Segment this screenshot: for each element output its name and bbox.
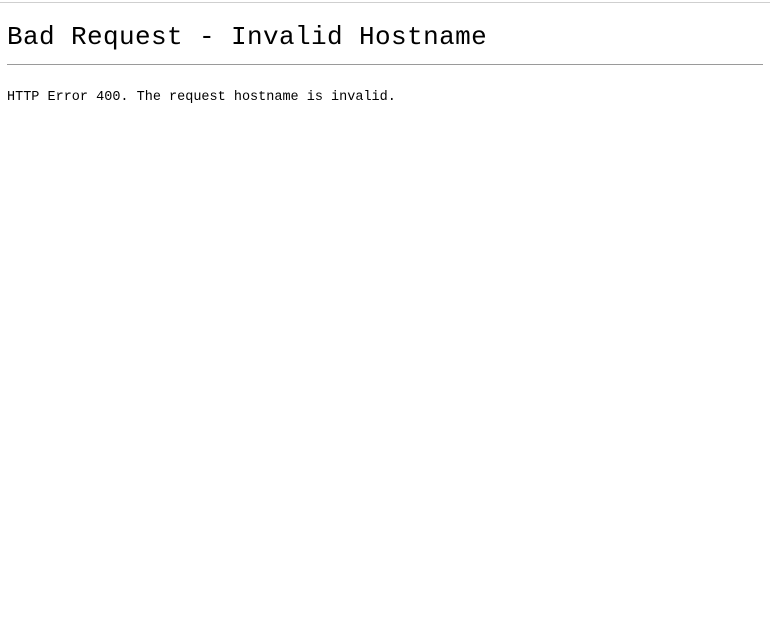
error-message: HTTP Error 400. The request hostname is …: [7, 90, 396, 105]
heading-divider: [7, 64, 763, 65]
page-title: Bad Request - Invalid Hostname: [7, 22, 488, 52]
error-page: Bad Request - Invalid Hostname HTTP Erro…: [0, 0, 770, 629]
top-divider: [0, 2, 770, 3]
